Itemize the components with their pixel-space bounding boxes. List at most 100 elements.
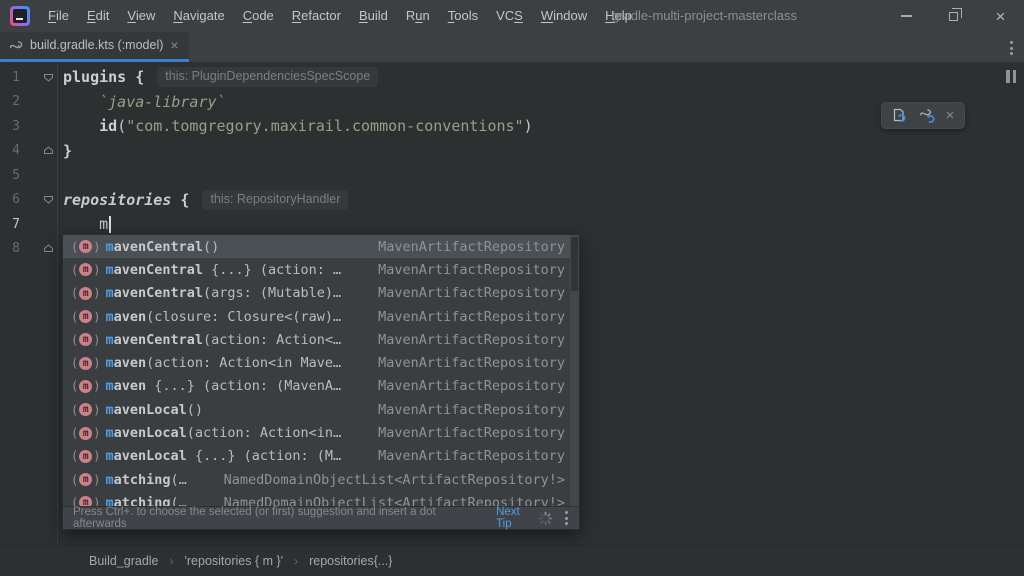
restore-button[interactable] <box>930 0 977 32</box>
completion-item-mavenLocal[interactable]: (m)mavenLocal(action: Action<in…MavenArt… <box>63 421 579 444</box>
fold-marker-icon[interactable] <box>20 194 57 205</box>
popup-scrollbar[interactable] <box>570 235 579 506</box>
completion-item-mavenLocal[interactable]: (m)mavenLocal()MavenArtifactRepository <box>63 398 579 421</box>
close-button[interactable]: × <box>977 0 1024 32</box>
fold-marker-icon[interactable] <box>20 243 57 254</box>
code-line-7[interactable]: 7 m <box>0 212 1024 237</box>
method-icon: (m) <box>71 496 100 506</box>
menu-refactor[interactable]: Refactor <box>283 0 350 32</box>
line-number: 6 <box>4 192 20 207</box>
popup-options-icon[interactable] <box>562 508 571 528</box>
gradle-sync-icon <box>918 108 936 124</box>
text-caret <box>109 216 111 233</box>
breadcrumb-separator: › <box>294 554 298 568</box>
tab-options-button[interactable] <box>1007 38 1016 58</box>
code-editor[interactable]: 1plugins {this: PluginDependenciesSpecSc… <box>0 62 1024 576</box>
code-line-1[interactable]: 1plugins {this: PluginDependenciesSpecSc… <box>0 65 1024 90</box>
menu-bar: FileEditViewNavigateCodeRefactorBuildRun… <box>39 0 641 32</box>
menu-view[interactable]: View <box>118 0 164 32</box>
code-line-2[interactable]: 2 `java-library` <box>0 90 1024 115</box>
code-text: m <box>57 215 111 233</box>
fold-marker-icon[interactable] <box>20 145 57 156</box>
tab-close-icon[interactable]: × <box>170 37 178 53</box>
method-icon: (m) <box>71 263 100 277</box>
window-title: gradle-multi-project-masterclass <box>612 0 797 32</box>
completion-item-mavenCentral[interactable]: (m)mavenCentral {...} (action: …MavenArt… <box>63 258 579 281</box>
inlay-hint: this: PluginDependenciesSpecScope <box>157 67 378 87</box>
code-text: plugins {this: PluginDependenciesSpecSco… <box>57 67 378 87</box>
line-number: 2 <box>4 94 20 109</box>
menu-build[interactable]: Build <box>350 0 397 32</box>
completion-list: (m)mavenCentral()MavenArtifactRepository… <box>63 235 579 506</box>
popup-scrollbar-thumb[interactable] <box>571 237 578 291</box>
menu-code[interactable]: Code <box>234 0 283 32</box>
editor-tab-bar: build.gradle.kts (:model) × <box>0 32 1024 62</box>
completion-item-mavenCentral[interactable]: (m)mavenCentral(action: Action<…MavenArt… <box>63 328 579 351</box>
completion-item-mavenLocal[interactable]: (m)mavenLocal {...} (action: (M…MavenArt… <box>63 445 579 468</box>
menu-run[interactable]: Run <box>397 0 439 32</box>
breadcrumb-item-2[interactable]: repositories{...} <box>305 553 396 569</box>
code-text: } <box>57 142 72 160</box>
hint-text: Press Ctrl+. to choose the selected (or … <box>73 506 490 530</box>
completion-item-mavenCentral[interactable]: (m)mavenCentral(args: (Mutable)…MavenArt… <box>63 282 579 305</box>
completion-item-maven[interactable]: (m)maven(action: Action<in Mave…MavenArt… <box>63 351 579 374</box>
breadcrumb-item-0[interactable]: Build_gradle <box>85 553 163 569</box>
breadcrumb-item-1[interactable]: 'repositories { m }' <box>181 553 288 569</box>
line-number: 7 <box>4 217 20 232</box>
completion-hint-bar: Press Ctrl+. to choose the selected (or … <box>63 506 579 529</box>
next-tip-link[interactable]: Next Tip <box>496 506 538 530</box>
completion-item-matching[interactable]: (m)matching(…NamedDomainObjectList<Artif… <box>63 491 579 506</box>
completion-item-mavenCentral[interactable]: (m)mavenCentral()MavenArtifactRepository <box>63 235 579 258</box>
code-lines: 1plugins {this: PluginDependenciesSpecSc… <box>0 65 1024 261</box>
code-line-6[interactable]: 6 repositories {this: RepositoryHandler <box>0 188 1024 213</box>
spinner-icon <box>538 511 553 526</box>
code-text: `java-library` <box>57 93 226 111</box>
intellij-logo-icon <box>10 6 30 26</box>
load-gradle-changes-toolbar: × <box>881 102 965 129</box>
menu-tools[interactable]: Tools <box>439 0 487 32</box>
tab-build-gradle-kts[interactable]: build.gradle.kts (:model) × <box>0 32 189 62</box>
menu-window[interactable]: Window <box>532 0 596 32</box>
load-gradle-changes-button[interactable] <box>892 108 909 124</box>
method-icon: (m) <box>71 473 100 487</box>
menu-navigate[interactable]: Navigate <box>164 0 233 32</box>
tab-label: build.gradle.kts (:model) <box>30 38 163 52</box>
method-icon: (m) <box>71 449 100 463</box>
method-icon: (m) <box>71 333 100 347</box>
code-line-3[interactable]: 3 id("com.tomgregory.maxirail.common-con… <box>0 114 1024 139</box>
completion-item-matching[interactable]: (m)matching(…NamedDomainObjectList<Artif… <box>63 468 579 491</box>
file-sync-icon <box>892 108 909 124</box>
minimize-icon <box>901 15 912 16</box>
minimize-button[interactable] <box>883 0 930 32</box>
code-line-4[interactable]: 4} <box>0 139 1024 164</box>
menu-edit[interactable]: Edit <box>78 0 118 32</box>
breadcrumb: Build_gradle › 'repositories { m }' › reposi… <box>0 545 1024 576</box>
fold-marker-icon[interactable] <box>20 72 57 83</box>
completion-popup: (m)mavenCentral()MavenArtifactRepository… <box>62 234 580 530</box>
title-bar: FileEditViewNavigateCodeRefactorBuildRun… <box>0 0 1024 32</box>
sync-gradle-button[interactable] <box>918 108 936 124</box>
method-icon: (m) <box>71 240 100 254</box>
method-icon: (m) <box>71 310 100 324</box>
close-icon: × <box>996 8 1006 25</box>
pause-analysis-icon[interactable] <box>1004 68 1018 85</box>
method-icon: (m) <box>71 426 100 440</box>
method-icon: (m) <box>71 286 100 300</box>
menu-vcs[interactable]: VCS <box>487 0 532 32</box>
completion-item-maven[interactable]: (m)maven {...} (action: (MavenA…MavenArt… <box>63 375 579 398</box>
kebab-icon <box>1007 38 1016 58</box>
gradle-icon <box>8 38 24 54</box>
method-icon: (m) <box>71 403 100 417</box>
line-number: 3 <box>4 119 20 134</box>
breadcrumb-separator: › <box>170 554 174 568</box>
completion-item-maven[interactable]: (m)maven(closure: Closure<(raw)…MavenArt… <box>63 305 579 328</box>
ide-window: FileEditViewNavigateCodeRefactorBuildRun… <box>0 0 1024 576</box>
line-number: 4 <box>4 143 20 158</box>
menu-file[interactable]: File <box>39 0 78 32</box>
line-number: 5 <box>4 168 20 183</box>
inlay-hint: this: RepositoryHandler <box>202 190 348 210</box>
code-line-5[interactable]: 5 <box>0 163 1024 188</box>
line-number: 8 <box>4 241 20 256</box>
code-text: repositories {this: RepositoryHandler <box>57 190 348 210</box>
dismiss-sync-icon[interactable]: × <box>946 108 955 123</box>
